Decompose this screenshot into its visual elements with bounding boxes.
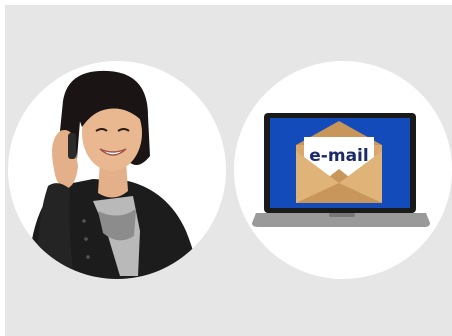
email-illustration: e-mail: [234, 61, 452, 279]
phone-call-illustration: [8, 61, 226, 279]
email-label: e-mail: [309, 146, 368, 166]
person-on-phone-icon: [28, 70, 198, 279]
laptop-email-icon: e-mail: [252, 113, 430, 227]
